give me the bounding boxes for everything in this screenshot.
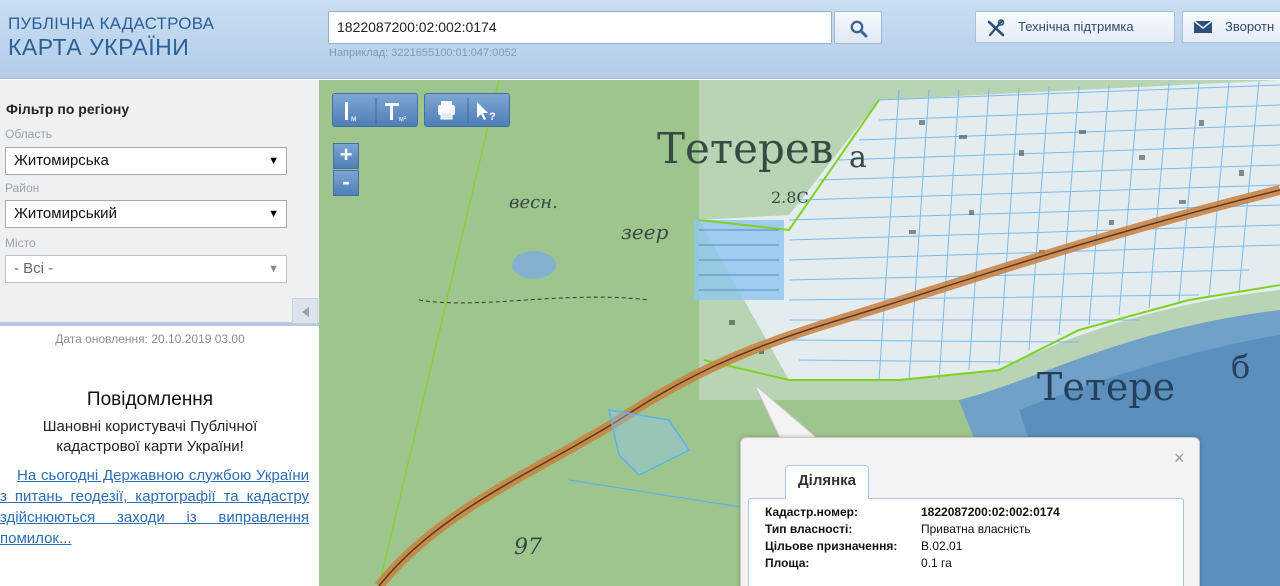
oblast-select[interactable]: Житомирська ▼ [5,147,287,175]
cadastral-search-input[interactable]: 1822087200:02:002:0174 [328,11,832,44]
update-date: Дата оновлення: 20.10.2019 03.00 [55,332,245,346]
popup-pointer [755,385,820,443]
row-key: Площа: [765,556,810,570]
feedback-label: Зворотн [1225,19,1275,34]
chevron-down-icon: ▼ [268,263,279,275]
measure-area-icon[interactable]: м² [385,103,407,123]
row-key: Цільове призначення: [765,539,898,553]
filter-title: Фільтр по регіону [6,101,130,117]
svg-text:м: м [351,114,357,123]
tab-parcel[interactable]: Ділянка [785,465,869,499]
chevron-left-icon [302,307,309,317]
print-icon[interactable] [438,101,455,120]
feedback-button[interactable]: Зворотн [1182,11,1280,43]
row-value: 0.1 га [921,556,952,570]
identify-cursor-icon[interactable]: ? [477,102,496,123]
map-river-label: Тетере [1037,365,1176,409]
tools-icon [987,19,1005,37]
search-button[interactable] [834,11,882,44]
print-identify-toolbar: ? [424,93,510,127]
notice-title: Повідомлення [86,389,214,410]
header: ПУБЛІЧНА КАДАСТРОВА КАРТА УКРАЇНИ 182208… [0,0,1280,79]
support-button[interactable]: Технічна підтримка [975,11,1175,43]
search-icon [850,20,868,38]
sidebar: Фільтр по регіону Область Житомирська ▼ … [0,80,319,586]
row-value: Приватна власність [921,522,1031,536]
zoom-in-button[interactable]: + [333,143,359,169]
row-key: Тип власності: [765,522,853,536]
rayon-label: Район [5,181,40,195]
oblast-value: Житомирська [14,152,109,169]
close-icon[interactable]: × [1174,448,1185,469]
envelope-icon [1193,20,1213,33]
row-value: 1822087200:02:002:0174 [921,505,1060,519]
logo-line-1: ПУБЛІЧНА КАДАСТРОВА [8,14,215,33]
region-filter-panel: Фільтр по регіону Область Житомирська ▼ … [0,80,319,326]
search-hint: Наприклад: 3221655100:01:047:0052 [329,47,517,59]
map-town-label: Тетерев [657,124,834,173]
map-elevation-label: 2.8С [771,188,809,207]
map-town-label-suffix: а [849,140,867,175]
notice-link[interactable]: На сьогодні Державною службою України з … [0,465,309,549]
print-identify-graphic: ? [438,98,496,124]
measure-length-icon[interactable]: м [345,102,357,123]
oblast-label: Область [5,127,53,141]
map-forest-note-2: зеер [621,220,669,244]
city-value: - Всі - [14,260,54,277]
row-value: В.02.01 [921,539,963,553]
rayon-select[interactable]: Житомирський ▼ [5,200,287,228]
rayon-value: Житомирський [14,205,117,222]
site-logo[interactable]: ПУБЛІЧНА КАДАСТРОВА КАРТА УКРАЇНИ [8,14,214,60]
logo-line-2: КАРТА УКРАЇНИ [8,34,190,60]
svg-text:?: ? [489,111,496,123]
svg-text:м²: м² [399,116,407,123]
app-window: ПУБЛІЧНА КАДАСТРОВА КАРТА УКРАЇНИ 182208… [0,0,1280,586]
zoom-out-button[interactable]: - [333,170,359,196]
chevron-down-icon: ▼ [268,155,279,167]
notice-text: Шановні користувачі Публічної кадастрово… [42,418,258,455]
map-forest-note: весн. [509,192,558,213]
map-river-label-2: б [1231,348,1251,386]
city-label: Місто [5,236,36,250]
collapse-sidebar-button[interactable] [292,298,318,324]
measure-tools-graphic: м м² [345,98,407,124]
chevron-down-icon: ▼ [268,208,279,220]
row-key: Кадастр.номер: [765,505,858,519]
measure-toolbar: м м² [332,93,418,127]
map-number-label: 97 [514,535,542,560]
city-select[interactable]: - Всі - ▼ [5,255,287,283]
support-label: Технічна підтримка [1018,19,1134,34]
